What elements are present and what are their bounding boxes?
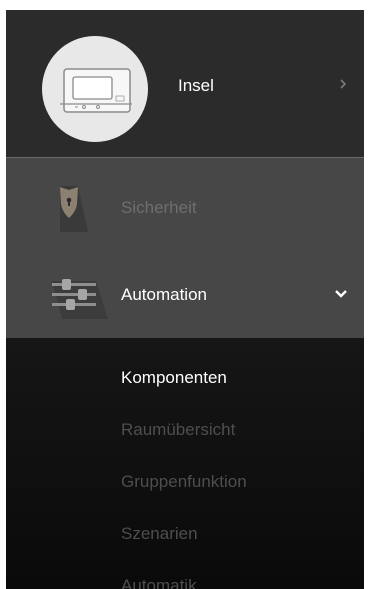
device-selector[interactable]: Insel	[6, 10, 364, 157]
sidebar-navigation: Insel Sicherheit Automation Komponenten …	[6, 10, 364, 589]
menu-item-label: Automation	[121, 285, 207, 304]
submenu-item-raumuebersicht[interactable]: Raumübersicht	[121, 420, 235, 440]
automation-submenu: Komponenten Raumübersicht Gruppenfunktio…	[6, 338, 364, 589]
device-avatar	[42, 36, 148, 142]
menu-item-label: Sicherheit	[121, 198, 197, 217]
control-panel-device-icon	[60, 68, 132, 113]
chevron-right-icon	[340, 79, 347, 89]
submenu-item-gruppenfunktion[interactable]: Gruppenfunktion	[121, 472, 247, 492]
main-menu: Sicherheit Automation	[6, 157, 364, 339]
submenu-item-komponenten[interactable]: Komponenten	[121, 368, 227, 388]
sliders-icon	[52, 279, 108, 319]
submenu-item-automatik[interactable]: Automatik	[121, 576, 197, 589]
menu-item-sicherheit[interactable]: Sicherheit	[6, 158, 364, 246]
shield-keyhole-icon	[60, 186, 88, 232]
submenu-item-szenarien[interactable]: Szenarien	[121, 524, 198, 544]
device-name: Insel	[178, 76, 214, 95]
menu-item-automation[interactable]: Automation	[6, 251, 364, 339]
chevron-down-icon[interactable]	[333, 287, 349, 301]
